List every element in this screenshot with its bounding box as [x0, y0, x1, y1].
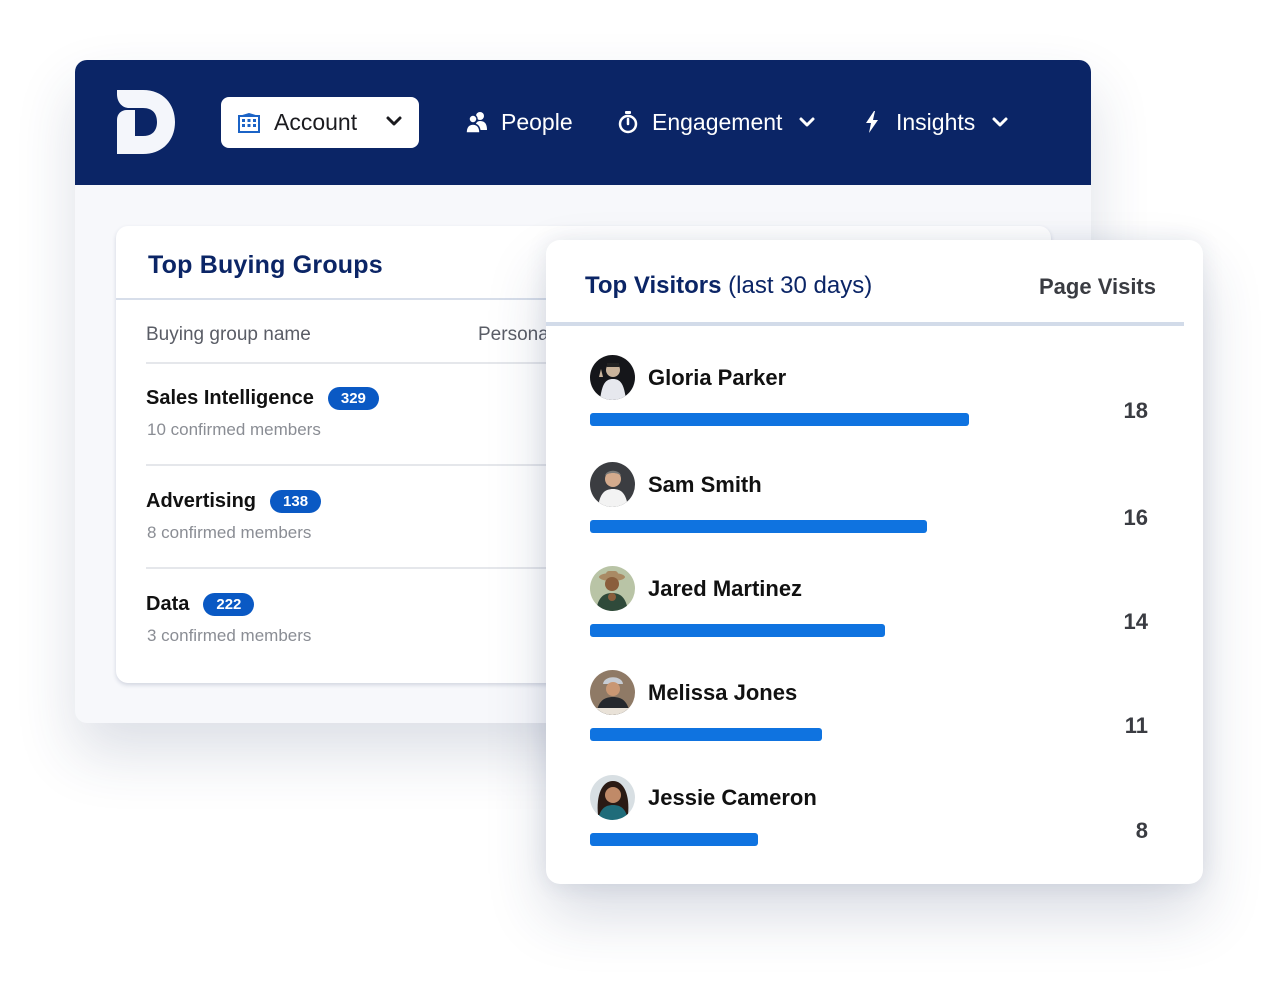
account-dropdown[interactable]: Account [221, 97, 419, 148]
visits-bar-track [590, 520, 990, 533]
chevron-down-icon [386, 116, 402, 126]
avatar [590, 775, 635, 820]
visits-bar-track [590, 413, 990, 426]
building-icon [238, 112, 260, 133]
avatar [590, 462, 635, 507]
group-name[interactable]: Data [146, 593, 189, 616]
card-title: Top Buying Groups [148, 251, 383, 279]
top-visitors-card: Top Visitors (last 30 days) Page Visits … [546, 240, 1203, 884]
visitor-name[interactable]: Jared Martinez [648, 576, 802, 602]
nav-people[interactable]: People [465, 107, 573, 137]
visitor-row[interactable]: Jared Martinez 14 [590, 566, 1160, 666]
column-header-name[interactable]: Buying group name [146, 324, 311, 346]
stopwatch-icon [618, 111, 638, 134]
nav-engagement-label: Engagement [652, 108, 783, 135]
visitor-name[interactable]: Gloria Parker [648, 365, 786, 391]
visitor-row[interactable]: Sam Smith 16 [590, 462, 1160, 562]
lightning-icon [866, 111, 878, 133]
nav-insights-label: Insights [896, 108, 976, 135]
visits-bar [590, 520, 927, 533]
count-badge: 222 [203, 593, 255, 616]
count-badge: 138 [270, 490, 322, 513]
visitor-name[interactable]: Jessie Cameron [648, 785, 817, 811]
visits-bar-track [590, 728, 990, 741]
visits-count: 16 [1123, 505, 1148, 530]
card-title-main: Top Visitors [585, 272, 722, 299]
visitor-name[interactable]: Melissa Jones [648, 680, 797, 706]
group-name[interactable]: Advertising [146, 490, 256, 513]
visits-bar-track [590, 833, 990, 846]
confirmed-members: 3 confirmed members [147, 626, 312, 645]
visits-bar [590, 413, 969, 426]
nav-engagement[interactable]: Engagement [616, 107, 816, 137]
visits-count: 11 [1124, 713, 1148, 738]
visitor-row[interactable]: Gloria Parker 18 [590, 355, 1160, 455]
chevron-down-icon [992, 117, 1008, 127]
visitor-row[interactable]: Jessie Cameron 8 [590, 775, 1160, 875]
visits-count: 14 [1123, 609, 1148, 634]
people-icon [465, 112, 487, 134]
logo-icon[interactable] [117, 90, 175, 154]
chevron-down-icon [799, 117, 815, 127]
column-header-page-visits: Page Visits [1039, 274, 1156, 299]
visits-bar [590, 624, 885, 637]
nav-people-label: People [501, 108, 573, 135]
visits-bar [590, 833, 758, 846]
card-title-period: (last 30 days) [728, 272, 873, 299]
top-navbar: Account People Engagement Insights [75, 60, 1091, 185]
nav-insights[interactable]: Insights [860, 107, 1009, 137]
card-title: Top Visitors (last 30 days) [585, 272, 872, 300]
visitor-row[interactable]: Melissa Jones 11 [590, 670, 1160, 770]
confirmed-members: 10 confirmed members [147, 420, 321, 439]
account-dropdown-label: Account [274, 109, 358, 135]
confirmed-members: 8 confirmed members [147, 523, 312, 542]
column-header-persona[interactable]: Persona [478, 324, 549, 346]
count-badge: 329 [327, 387, 379, 410]
group-name[interactable]: Sales Intelligence [146, 387, 314, 410]
avatar [590, 566, 635, 611]
visits-bar [590, 728, 822, 741]
visits-bar-track [590, 624, 990, 637]
visitor-name[interactable]: Sam Smith [648, 472, 762, 498]
visits-count: 18 [1123, 398, 1148, 423]
visits-count: 8 [1135, 818, 1148, 843]
avatar [590, 355, 635, 400]
divider [546, 322, 1184, 326]
avatar [590, 670, 635, 715]
